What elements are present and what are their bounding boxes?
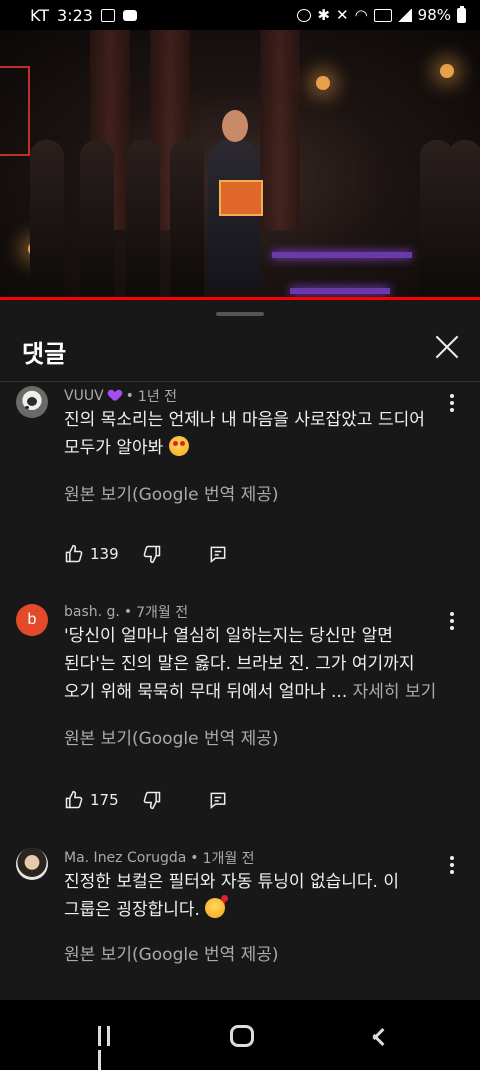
like-count: 175 (90, 791, 119, 809)
thumbs-down-icon[interactable] (142, 544, 162, 564)
comments-header: 댓글 (0, 324, 480, 382)
comment-time: 1개월 전 (202, 851, 255, 867)
comment-actions: 175 (64, 788, 228, 812)
comment-line: 진정한 보컬은 필터와 자동 튜닝이 없습니다. 이 (64, 872, 399, 892)
comment-line-with-emoji: 모두가 알아봐 (64, 434, 456, 462)
see-original-link[interactable]: 원본 보기(Google 번역 제공) (64, 480, 279, 505)
comment-meta: Ma. Inez Corugda • 1개월 전 (64, 848, 255, 868)
comment-line: 그룹은 굉장합니다. (64, 900, 200, 920)
comment-meta: VUUV • 1년 전 (64, 386, 177, 406)
system-nav-bar (0, 1000, 480, 1070)
avatar[interactable]: b (16, 604, 48, 636)
avatar[interactable] (16, 386, 48, 418)
thumbs-down-icon[interactable] (142, 790, 162, 810)
comment-author[interactable]: VUUV (64, 388, 104, 404)
comment-line-with-emoji: 그룹은 굉장합니다. (64, 895, 456, 924)
heart-eyes-emoji-icon (168, 436, 189, 456)
comment-line-with-more: 오기 위해 묵묵히 무대 뒤에서 얼마나 ... 자세히 보기 (64, 678, 456, 706)
reply-icon[interactable] (208, 790, 228, 810)
like-count: 139 (90, 545, 119, 563)
comments-panel: 댓글 VUUV • 1년 전 진의 목소리는 언제나 내 마음을 사로잡았고 드… (0, 300, 480, 1000)
comment-meta: bash. g. • 7개월 전 (64, 602, 188, 622)
image-icon (100, 8, 115, 22)
comment-text: '당신이 얼마나 열심히 일하는지는 당신만 알면 된다'는 진의 말은 옳다.… (64, 622, 456, 706)
comment-actions: 139 (64, 542, 228, 566)
host-head (222, 110, 248, 142)
comment-line: 모두가 알아봐 (64, 438, 164, 458)
video-player[interactable] (0, 30, 480, 300)
stage-curtain (260, 30, 300, 230)
stage-stairs (290, 288, 390, 294)
close-icon[interactable] (430, 330, 464, 364)
reply-icon[interactable] (208, 544, 228, 564)
status-bar: KT 3:23 ✱ ✕ ◠ 98% (0, 0, 480, 30)
comment-text: 진의 목소리는 언제나 내 마음을 사로잡았고 드디어 모두가 알아봐 (64, 406, 456, 462)
talk-icon (122, 9, 137, 21)
audience-member (80, 140, 114, 300)
comment-time: 1년 전 (137, 389, 178, 405)
battery-percent: 98% (417, 6, 451, 24)
comment-line: 오기 위해 묵묵히 무대 뒤에서 얼마나 ... (64, 682, 348, 702)
read-more-link[interactable]: 자세히 보기 (353, 682, 437, 702)
audience-member (170, 140, 204, 300)
thumbs-up-icon[interactable] (64, 790, 84, 810)
stage-sign (0, 66, 30, 156)
meta-dot: • (125, 388, 134, 404)
stage-stairs (272, 252, 412, 258)
carrier-label: KT (30, 5, 50, 25)
see-original-link[interactable]: 원본 보기(Google 번역 제공) (64, 940, 279, 965)
meta-dot: • (190, 850, 199, 866)
host-card (219, 180, 263, 216)
hd-icon (373, 8, 392, 22)
see-original-link[interactable]: 원본 보기(Google 번역 제공) (64, 724, 279, 749)
stage-lamp (440, 64, 454, 78)
comment-text: 진정한 보컬은 필터와 자동 튜닝이 없습니다. 이 그룹은 굉장합니다. (64, 868, 456, 924)
panel-title: 댓글 (22, 340, 67, 368)
home-icon[interactable] (230, 1025, 254, 1047)
comment-time: 7개월 전 (136, 605, 189, 621)
thumbs-up-icon[interactable] (64, 544, 84, 564)
bluetooth-icon: ✱ (317, 6, 330, 24)
comment-author[interactable]: Ma. Inez Corugda (64, 850, 186, 866)
stage-lamp (316, 76, 330, 90)
wifi-icon: ◠ (354, 6, 368, 24)
drag-handle[interactable] (216, 312, 264, 316)
recent-apps-icon[interactable] (98, 1026, 120, 1070)
clock: 3:23 (57, 5, 93, 25)
audience-member (126, 140, 160, 300)
purple-heart-icon (108, 390, 122, 403)
avatar[interactable] (16, 848, 48, 880)
battery-icon (457, 5, 466, 23)
comment-line: 진의 목소리는 언제나 내 마음을 사로잡았고 드디어 (64, 410, 425, 430)
audience-member (30, 140, 64, 300)
back-icon[interactable] (370, 1025, 384, 1047)
signal-icon (397, 8, 412, 22)
comment-line: '당신이 얼마나 열심히 일하는지는 당신만 알면 (64, 626, 393, 646)
mute-icon: ✕ (335, 6, 349, 24)
comment-author[interactable]: bash. g. (64, 604, 120, 620)
smiling-hearts-emoji-icon (205, 895, 229, 918)
meta-dot: • (123, 604, 133, 620)
alarm-icon (297, 8, 312, 22)
comment-line: 된다'는 진의 말은 옳다. 브라보 진. 그가 여기까지 (64, 654, 415, 674)
audience-member (448, 140, 480, 300)
